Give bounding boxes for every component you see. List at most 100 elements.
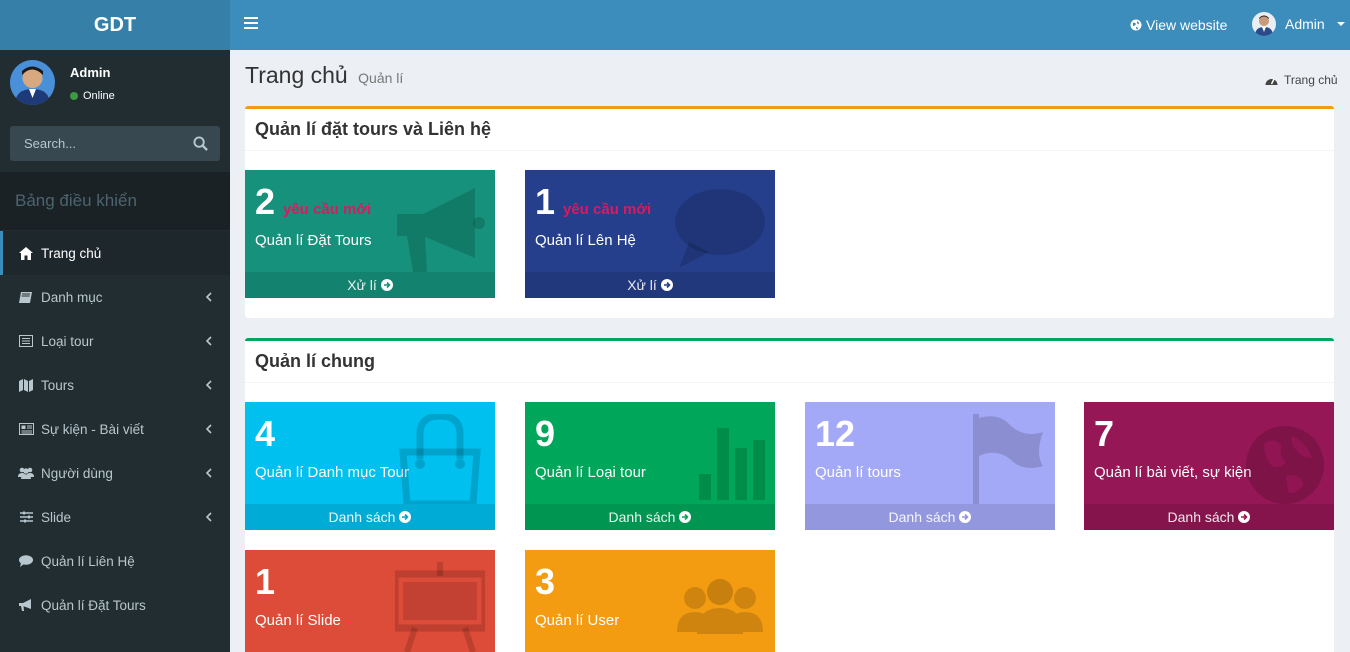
tile-action: Danh sách [328, 509, 396, 525]
tile-count: 2 [255, 181, 276, 222]
sidebar-item-label: Trang chủ [41, 245, 102, 261]
comment-icon [18, 553, 34, 569]
tile-label: Quản lí bài viết, sự kiện [1094, 464, 1252, 481]
tour-booking-tile: 2 yêu cầu mới Quản lí Đặt Tours Xử lí [245, 170, 495, 298]
bar-chart-icon [699, 428, 765, 500]
view-website-label: View website [1146, 17, 1228, 33]
sidebar-item-label: Người dùng [41, 465, 113, 481]
caret-down-icon [1336, 22, 1345, 26]
list-button[interactable]: Danh sách [1084, 504, 1334, 530]
home-icon [18, 245, 34, 261]
tile-count: 12 [815, 413, 856, 454]
easel-icon [395, 562, 485, 652]
status-label: Online [83, 90, 115, 102]
logo[interactable]: GDT [0, 0, 230, 50]
chevron-left-icon [205, 336, 212, 346]
sidebar-menu: Trang chủ Danh mục Loại tour Tours Sự ki… [0, 231, 230, 627]
tile-action: Danh sách [1167, 509, 1235, 525]
articles-events-tile: 7 Quản lí bài viết, sự kiện Danh sách [1084, 402, 1334, 530]
process-button[interactable]: Xử lí [525, 272, 775, 298]
online-status: Online [70, 90, 115, 102]
sidebar-item-tours[interactable]: Tours [0, 363, 230, 407]
tile-badge: yêu cầu mới [563, 201, 652, 218]
tile-count: 1 [535, 181, 556, 222]
booking-contact-box: Quản lí đặt tours và Liên hệ 2 yêu cầu m… [245, 106, 1334, 318]
avatar [10, 60, 55, 105]
top-navbar: View website Admin [230, 0, 1350, 50]
bullhorn-icon [397, 188, 485, 272]
sidebar-item-label: Quản lí Liên Hệ [41, 553, 135, 569]
shopping-bag-icon [399, 414, 481, 504]
arrow-circle-right-icon [380, 279, 393, 291]
dashboard-icon [1265, 78, 1278, 85]
search-input[interactable] [10, 126, 185, 161]
tile-action: Xử lí [347, 277, 377, 293]
sidebar-item-danh-muc[interactable]: Danh mục [0, 275, 230, 319]
list-button[interactable]: Danh sách [525, 504, 775, 530]
sidebar-item-nguoi-dung[interactable]: Người dùng [0, 451, 230, 495]
users-icon [18, 465, 34, 481]
sidebar-item-quan-li-dat-tours[interactable]: Quản lí Đặt Tours [0, 583, 230, 627]
chevron-left-icon [205, 468, 212, 478]
list-button[interactable]: Danh sách [245, 504, 495, 530]
comment-icon [675, 189, 765, 268]
page-title: Trang chủ [245, 62, 348, 88]
sidebar-item-trang-chu[interactable]: Trang chủ [0, 231, 230, 275]
tile-action: Xử lí [627, 277, 657, 293]
search-icon[interactable] [193, 136, 208, 151]
hamburger-menu-icon[interactable] [244, 17, 258, 31]
view-website-link[interactable]: View website [1130, 17, 1227, 33]
group-icon [677, 579, 763, 634]
book-icon [18, 289, 34, 305]
tile-action: Danh sách [608, 509, 676, 525]
sidebar-item-label: Danh mục [41, 289, 103, 305]
chevron-left-icon [205, 292, 212, 302]
box-title: Quản lí chung [245, 341, 1334, 383]
tile-count: 3 [535, 561, 556, 602]
arrow-circle-right-icon [1238, 511, 1251, 523]
chevron-left-icon [205, 380, 212, 390]
user-panel: Admin Online [10, 60, 220, 105]
process-button[interactable]: Xử lí [245, 272, 495, 298]
sliders-icon [18, 509, 34, 525]
tile-label: Quản lí Danh mục Tour [255, 464, 409, 481]
tile-badge: yêu cầu mới [283, 201, 372, 218]
tile-label: Quản lí Loại tour [535, 464, 646, 481]
arrow-circle-right-icon [959, 511, 972, 523]
sidebar-search [10, 126, 220, 161]
chevron-left-icon [205, 424, 212, 434]
general-management-box: Quản lí chung 4 Quản lí Danh mục Tour Da… [245, 338, 1334, 652]
list-icon [18, 333, 34, 349]
sidebar-item-label: Loại tour [41, 333, 94, 349]
tile-count: 4 [255, 413, 276, 454]
avatar [1252, 12, 1276, 36]
user-dropdown[interactable]: Admin [1252, 12, 1345, 36]
contact-tile: 1 yêu cầu mới Quản lí Lên Hệ Xử lí [525, 170, 775, 298]
sidebar-item-slide[interactable]: Slide [0, 495, 230, 539]
tour-type-tile: 9 Quản lí Loại tour Danh sách [525, 402, 775, 530]
arrow-circle-right-icon [679, 511, 692, 523]
sidebar-item-label: Tours [41, 377, 75, 393]
sidebar-user-name: Admin [70, 65, 111, 80]
content-header: Trang chủ Quản lí [245, 62, 403, 89]
sidebar-item-label: Quản lí Đặt Tours [41, 597, 146, 613]
slide-tile: 1 Quản lí Slide [245, 550, 495, 652]
sidebar-header: Bảng điều khiển [0, 172, 230, 230]
breadcrumb[interactable]: Trang chủ [1265, 73, 1338, 87]
sidebar-item-label: Sự kiện - Bài viết [41, 421, 144, 437]
chevron-left-icon [205, 512, 212, 522]
map-icon [18, 377, 34, 393]
sidebar-item-loai-tour[interactable]: Loại tour [0, 319, 230, 363]
user-tile: 3 Quản lí User [525, 550, 775, 652]
bullhorn-icon [18, 597, 34, 613]
sidebar: Admin Online Bảng điều khiển Trang chủ D… [0, 50, 230, 652]
tile-count: 1 [255, 561, 276, 602]
tile-label: Quản lí Đặt Tours [255, 232, 372, 249]
box-title: Quản lí đặt tours và Liên hệ [245, 109, 1334, 151]
tile-action: Danh sách [888, 509, 956, 525]
sidebar-item-su-kien-bai-viet[interactable]: Sự kiện - Bài viết [0, 407, 230, 451]
sidebar-item-quan-li-lien-he[interactable]: Quản lí Liên Hệ [0, 539, 230, 583]
arrow-circle-right-icon [399, 511, 412, 523]
user-name: Admin [1285, 16, 1325, 32]
list-button[interactable]: Danh sách [805, 504, 1055, 530]
